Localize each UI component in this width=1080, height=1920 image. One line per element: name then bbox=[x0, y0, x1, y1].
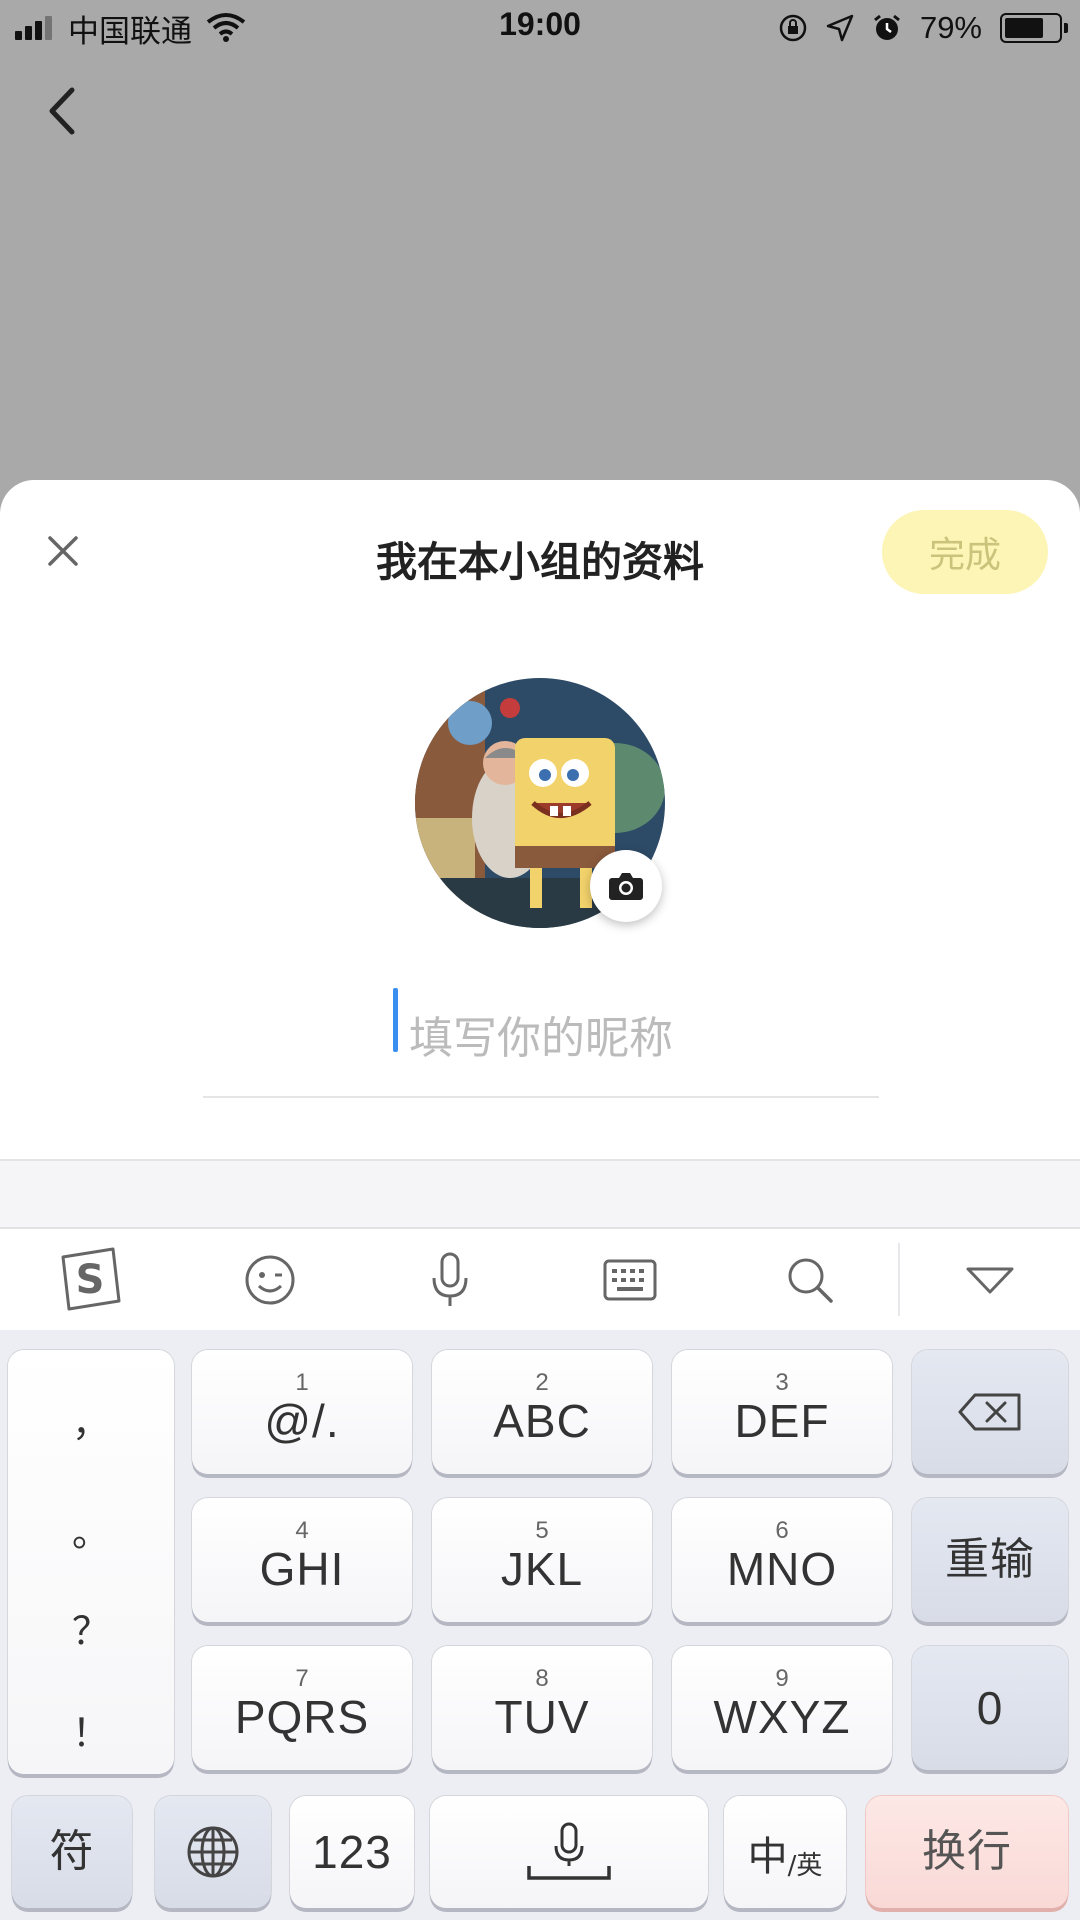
svg-text:S: S bbox=[76, 1257, 105, 1303]
key-label: MNO bbox=[726, 1543, 838, 1595]
key-number: 7 bbox=[295, 1665, 309, 1692]
search-icon[interactable] bbox=[750, 1229, 870, 1330]
keyboard-icon[interactable] bbox=[570, 1229, 690, 1330]
sogou-logo-icon[interactable]: S bbox=[30, 1229, 150, 1330]
key-4[interactable]: 4 GHI bbox=[192, 1498, 412, 1622]
key-0[interactable]: 0 bbox=[912, 1646, 1068, 1770]
punctuation-column[interactable]: ， 。 ？ ！ bbox=[8, 1350, 174, 1774]
key-label: JKL bbox=[500, 1543, 584, 1595]
key-number: 6 bbox=[775, 1517, 789, 1544]
key-number: 1 bbox=[295, 1369, 309, 1396]
keyboard: ， 。 ？ ！ 1 @/. 2 ABC 3 DEF 4 GHI 5 JKL 6 … bbox=[0, 1330, 1080, 1920]
key-number: 5 bbox=[535, 1517, 549, 1544]
punct-exclaim[interactable]: ！ bbox=[8, 1702, 174, 1757]
key-label: DEF bbox=[734, 1395, 830, 1447]
enter-key[interactable]: 换行 bbox=[866, 1796, 1068, 1908]
status-bar: 中国联通 19:00 79% bbox=[0, 0, 1080, 54]
done-button[interactable]: 完成 bbox=[882, 510, 1048, 594]
change-avatar-button[interactable] bbox=[590, 850, 662, 922]
key-label: 123 bbox=[312, 1826, 392, 1878]
lang-sub-label: /英 bbox=[787, 1851, 823, 1881]
key-number: 8 bbox=[535, 1665, 549, 1692]
key-label: 0 bbox=[976, 1682, 1004, 1734]
key-6[interactable]: 6 MNO bbox=[672, 1498, 892, 1622]
text-caret bbox=[393, 988, 398, 1052]
input-accessory-gap bbox=[0, 1159, 1080, 1228]
numeric-key[interactable]: 123 bbox=[290, 1796, 414, 1908]
key-8[interactable]: 8 TUV bbox=[432, 1646, 652, 1770]
key-label: ABC bbox=[493, 1395, 591, 1447]
emoji-icon[interactable] bbox=[210, 1229, 330, 1330]
key-2[interactable]: 2 ABC bbox=[432, 1350, 652, 1474]
microphone-icon[interactable] bbox=[390, 1229, 510, 1330]
key-1[interactable]: 1 @/. bbox=[192, 1350, 412, 1474]
key-5[interactable]: 5 JKL bbox=[432, 1498, 652, 1622]
key-3[interactable]: 3 DEF bbox=[672, 1350, 892, 1474]
delete-key[interactable] bbox=[912, 1350, 1068, 1474]
key-9[interactable]: 9 WXYZ bbox=[672, 1646, 892, 1770]
location-icon bbox=[826, 14, 854, 42]
key-label: 换行 bbox=[922, 1826, 1012, 1877]
reset-key[interactable]: 重输 bbox=[912, 1498, 1068, 1622]
battery-percent: 79% bbox=[919, 10, 982, 45]
key-number: 2 bbox=[535, 1369, 549, 1396]
punct-comma[interactable]: ， bbox=[8, 1392, 174, 1447]
key-number: 9 bbox=[775, 1665, 789, 1692]
space-mic-icon bbox=[527, 1822, 611, 1880]
lang-main-label: 中 bbox=[747, 1834, 788, 1880]
key-label: TUV bbox=[494, 1691, 590, 1743]
key-label: PQRS bbox=[234, 1691, 370, 1743]
profile-sheet: 我在本小组的资料 完成 bbox=[0, 480, 1080, 1160]
back-chevron-icon[interactable] bbox=[42, 84, 82, 138]
key-label: @/. bbox=[264, 1395, 340, 1447]
camera-icon bbox=[609, 873, 643, 900]
language-toggle-key[interactable]: 中 /英 bbox=[724, 1796, 846, 1908]
symbol-key[interactable]: 符 bbox=[12, 1796, 132, 1908]
backspace-icon bbox=[958, 1393, 1021, 1431]
key-7[interactable]: 7 PQRS bbox=[192, 1646, 412, 1770]
globe-key[interactable] bbox=[155, 1796, 271, 1908]
key-label: 符 bbox=[49, 1826, 95, 1877]
key-label: GHI bbox=[259, 1543, 345, 1595]
key-number: 4 bbox=[295, 1517, 309, 1544]
rotation-lock-icon bbox=[779, 14, 807, 42]
globe-icon bbox=[187, 1826, 239, 1878]
key-number: 3 bbox=[775, 1369, 789, 1396]
nickname-input[interactable] bbox=[203, 980, 879, 1098]
battery-icon bbox=[1000, 13, 1068, 43]
toolbar-separator bbox=[898, 1243, 900, 1316]
alarm-icon bbox=[874, 14, 900, 40]
punct-question[interactable]: ？ bbox=[8, 1600, 174, 1655]
collapse-keyboard-icon[interactable] bbox=[930, 1229, 1050, 1330]
key-label: 重输 bbox=[945, 1534, 1035, 1585]
space-key[interactable] bbox=[430, 1796, 708, 1908]
keyboard-toolbar: S bbox=[0, 1227, 1080, 1332]
punct-period[interactable]: 。 bbox=[8, 1502, 174, 1557]
key-label: WXYZ bbox=[713, 1691, 851, 1743]
